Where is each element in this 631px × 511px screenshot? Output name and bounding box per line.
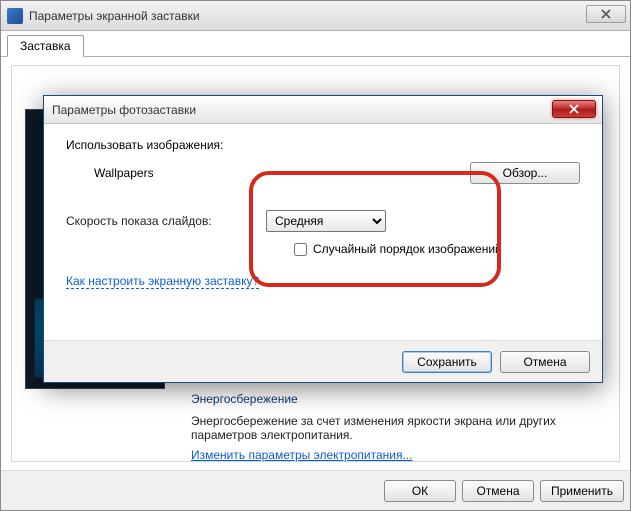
close-icon: [601, 9, 611, 19]
use-images-label: Использовать изображения:: [66, 138, 223, 152]
parent-window-titlebar: Параметры экранной заставки: [1, 1, 630, 31]
energy-section: Энергосбережение Энергосбережение за сче…: [191, 392, 614, 462]
power-settings-link[interactable]: Изменить параметры электропитания...: [191, 448, 412, 462]
dialog-body: Использовать изображения: Wallpapers Обз…: [44, 124, 602, 340]
help-link[interactable]: Как настроить экранную заставку?: [66, 274, 259, 289]
dialog-title: Параметры фотозаставки: [52, 103, 196, 117]
slideshow-speed-select[interactable]: Средняя: [266, 210, 386, 232]
dialog-close-button[interactable]: [552, 100, 596, 118]
tab-screensaver[interactable]: Заставка: [7, 35, 84, 57]
parent-window-body: Заставка Энергосбережение Энергосбережен…: [1, 31, 630, 510]
dialog-footer: Сохранить Отмена: [44, 340, 602, 382]
tab-label: Заставка: [20, 39, 71, 53]
random-order-label: Случайный порядок изображений: [313, 242, 502, 256]
parent-button-row: ОК Отмена Применить: [1, 470, 630, 510]
save-button[interactable]: Сохранить: [402, 351, 492, 373]
energy-heading: Энергосбережение: [191, 392, 614, 406]
browse-button[interactable]: Обзор...: [470, 162, 580, 184]
apply-button[interactable]: Применить: [540, 480, 624, 502]
random-order-checkbox[interactable]: [294, 243, 307, 256]
folder-name: Wallpapers: [94, 166, 154, 180]
ok-button[interactable]: ОК: [384, 480, 456, 502]
cancel-button[interactable]: Отмена: [462, 480, 534, 502]
slideshow-speed-label: Скорость показа слайдов:: [66, 214, 212, 228]
parent-close-button[interactable]: [586, 5, 626, 23]
parent-window-title: Параметры экранной заставки: [29, 9, 200, 23]
tab-strip: Заставка: [1, 31, 630, 57]
photo-screensaver-dialog: Параметры фотозаставки Использовать изоб…: [43, 95, 603, 383]
dialog-cancel-button[interactable]: Отмена: [500, 351, 590, 373]
close-icon: [569, 104, 579, 114]
dialog-titlebar: Параметры фотозаставки: [44, 96, 602, 124]
energy-text: Энергосбережение за счет изменения яркос…: [191, 414, 614, 442]
app-icon: [7, 8, 23, 24]
